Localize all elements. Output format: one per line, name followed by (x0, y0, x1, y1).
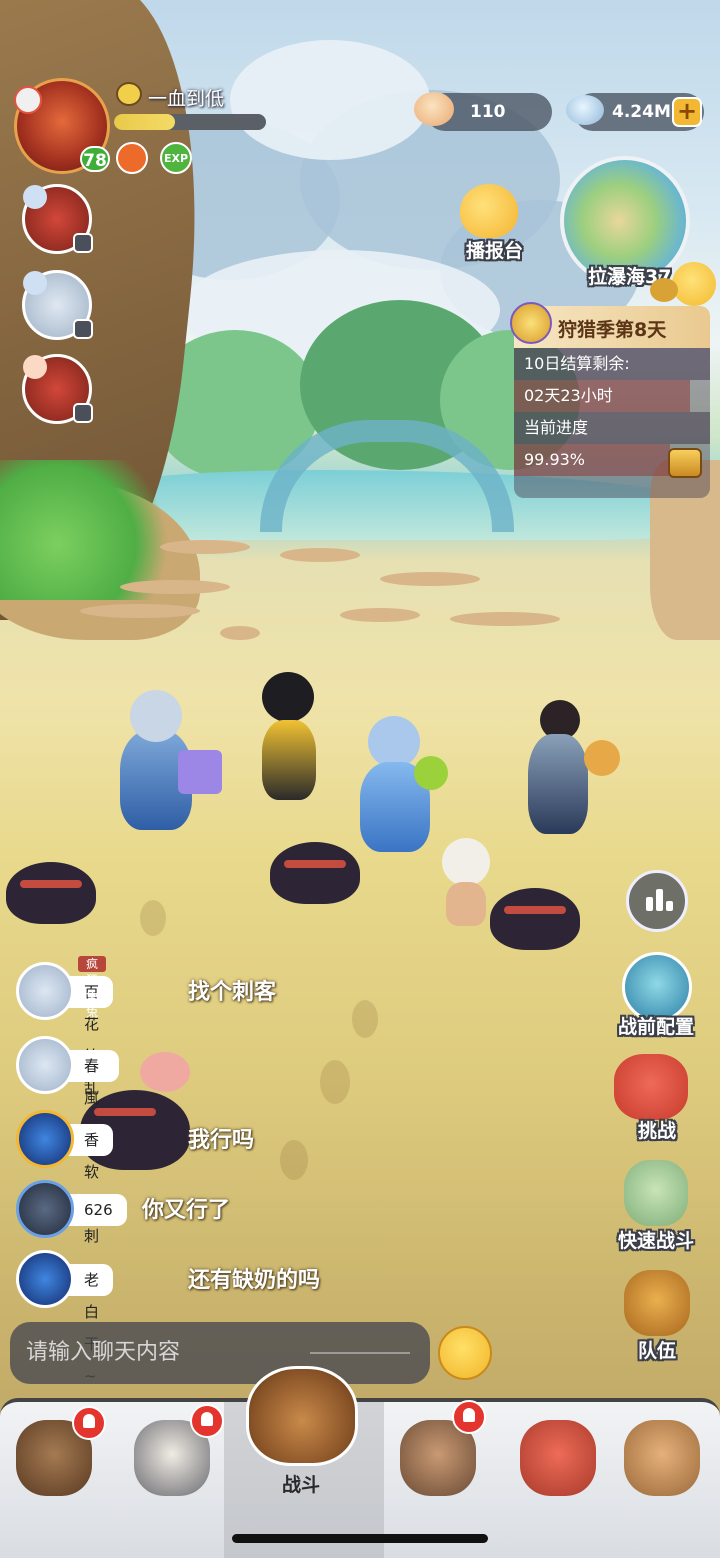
stepping-stone (340, 608, 420, 622)
chat-avatar[interactable] (16, 1180, 74, 1238)
team-avatar-3[interactable] (22, 354, 93, 424)
footprint (280, 1140, 308, 1180)
bar-icon (646, 897, 653, 911)
team-cavemen-icon[interactable] (624, 1270, 690, 1336)
chat-input[interactable]: 请输入聊天内容 (10, 1322, 430, 1384)
footprint (320, 1060, 350, 1104)
chat-avatar[interactable] (16, 962, 74, 1020)
class-icon (14, 86, 42, 114)
chat-text: 找个刺客 (188, 980, 277, 1005)
emoji-icon (116, 82, 142, 106)
team-avatar-2[interactable] (22, 270, 93, 340)
pig-sticker-icon (140, 1052, 190, 1092)
quick-battle-label[interactable]: 快速战斗 (618, 1226, 694, 1253)
chat-bubble-icon (650, 278, 678, 302)
emoji-button[interactable] (438, 1326, 492, 1380)
cloud (230, 40, 430, 160)
footprint (140, 900, 166, 936)
gem-icon (566, 95, 604, 125)
hero-girl (520, 700, 620, 840)
chat-bubble-icon (73, 403, 93, 423)
notification-bell-icon (72, 1406, 106, 1440)
home-indicator[interactable] (232, 1534, 488, 1543)
nav-item-totem[interactable] (614, 1404, 710, 1504)
hp-fill (114, 114, 175, 130)
notification-bell-icon (190, 1404, 224, 1438)
chat-text: 还有缺奶的吗 (188, 1268, 321, 1293)
grass (0, 460, 190, 600)
stepping-stone (450, 612, 560, 626)
black-beast (6, 862, 96, 924)
input-divider (310, 1352, 410, 1354)
stepping-stone (120, 580, 230, 594)
stats-button[interactable] (626, 870, 688, 932)
chat-text: 我行吗 (188, 1128, 255, 1153)
prebattle-config-label[interactable]: 战前配置 (618, 1012, 694, 1039)
bar-icon (666, 901, 673, 911)
chat-text: 你又行了 (142, 1198, 231, 1223)
exp-icon[interactable]: EXP (160, 142, 192, 174)
star-badge-icon (510, 302, 552, 344)
stepping-stone (80, 604, 200, 618)
nav-battle-label[interactable]: 战斗 (282, 1470, 320, 1497)
chat-avatar[interactable] (16, 1036, 74, 1094)
black-beast (490, 888, 580, 950)
footprint (352, 1000, 378, 1038)
stepping-stone (380, 572, 480, 586)
dino-icon (520, 1420, 596, 1496)
hunt-title: 狩猎季第8天 (558, 319, 667, 341)
totem-icon (624, 1420, 700, 1496)
add-currency-button[interactable]: + (672, 97, 702, 127)
class-icon (23, 271, 47, 295)
settle-value: 02天23小时 (514, 380, 690, 412)
class-icon (23, 355, 47, 379)
chat-emoji-icon[interactable] (672, 262, 716, 306)
challenge-dino-icon[interactable] (614, 1054, 688, 1120)
challenge-label[interactable]: 挑战 (638, 1116, 676, 1143)
treasure-chest-icon[interactable] (668, 448, 702, 478)
buff-icon[interactable] (116, 142, 148, 174)
black-beast (270, 842, 360, 904)
stepping-stone (220, 626, 260, 640)
player-name: 一血到低 (148, 88, 225, 110)
hero-crystal-knight (350, 716, 448, 856)
progress-value: 99.93% (514, 444, 670, 476)
chat-bubble-icon (73, 319, 93, 339)
class-icon (23, 185, 47, 209)
nav-item-elder[interactable] (390, 1400, 486, 1504)
chat-bubble-icon (73, 233, 93, 253)
broadcast-label[interactable]: 播报台 (466, 236, 523, 263)
bar-icon (656, 889, 663, 911)
chat-input-placeholder: 请输入聊天内容 (26, 1340, 181, 1365)
stepping-stone (160, 540, 250, 554)
chat-title-tag: 疯狂兔兔 (78, 956, 107, 1019)
stepping-stone (280, 548, 360, 562)
player-level: 78 (80, 146, 110, 172)
battle-mask-icon[interactable] (246, 1366, 358, 1466)
pet-rabbit (436, 838, 496, 928)
team-label[interactable]: 队伍 (638, 1336, 676, 1363)
hero-spiky-hair (254, 672, 324, 822)
shell-icon (414, 92, 454, 126)
chat-username: 626 (66, 1194, 127, 1226)
settle-label: 10日结算剩余: (514, 348, 710, 380)
broadcast-bird-icon[interactable] (460, 184, 518, 238)
nav-item-bear[interactable] (6, 1404, 106, 1504)
progress-label: 当前进度 (514, 412, 710, 444)
hp-bar (114, 114, 266, 130)
nav-item-dino[interactable] (510, 1404, 606, 1504)
chat-avatar[interactable] (16, 1110, 74, 1168)
stone-idol-icon[interactable] (624, 1160, 688, 1226)
notification-bell-icon (452, 1400, 486, 1434)
team-avatar-1[interactable] (22, 184, 93, 254)
hero-ice-warrior (100, 690, 222, 840)
nav-item-skull[interactable] (124, 1404, 224, 1504)
chat-avatar[interactable] (16, 1250, 74, 1308)
